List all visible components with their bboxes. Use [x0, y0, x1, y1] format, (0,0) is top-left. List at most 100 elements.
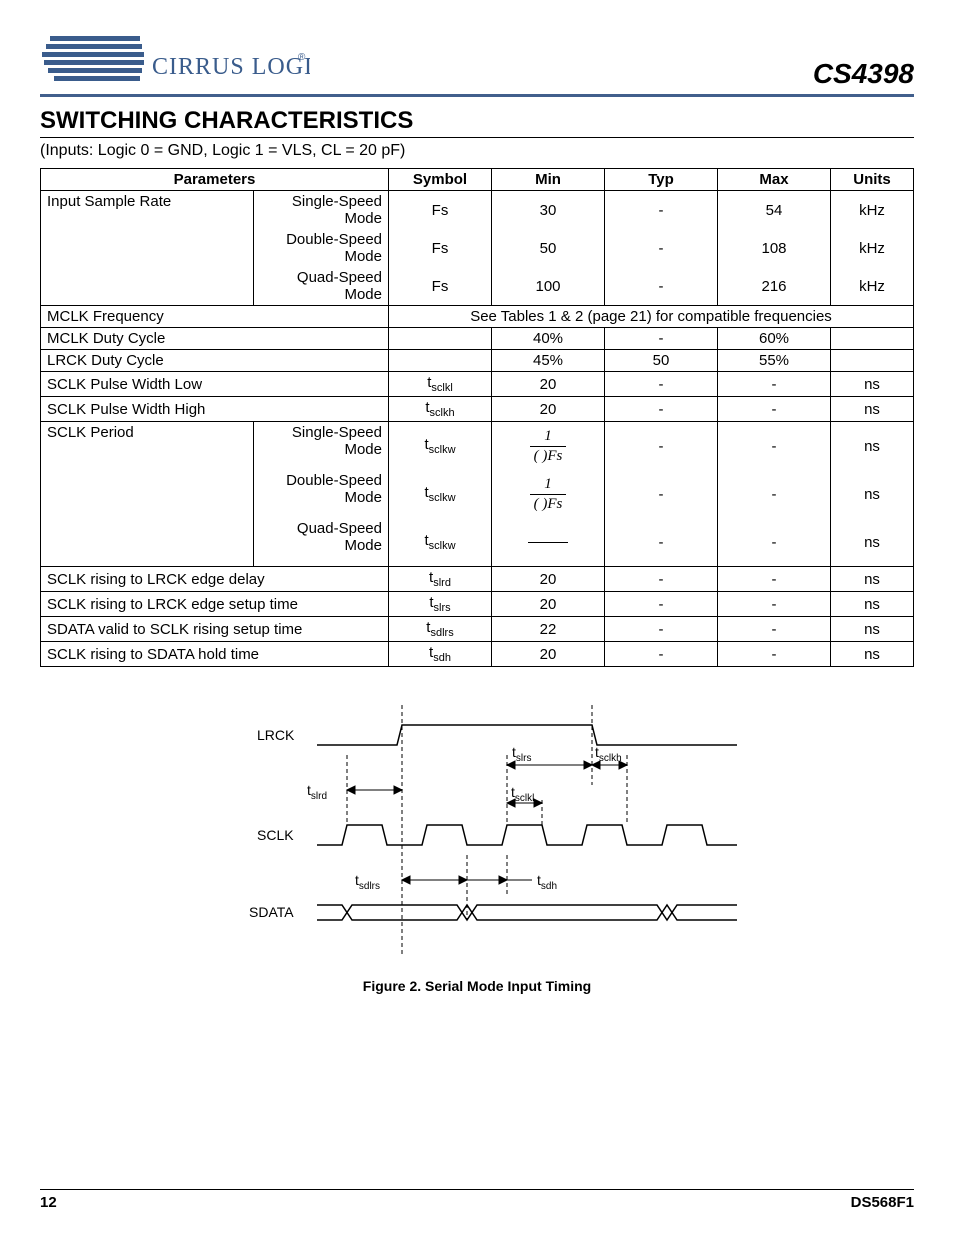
param-label: MCLK Frequency	[41, 306, 389, 328]
table-row: SCLK rising to SDATA hold time tsdh 20 -…	[41, 642, 914, 667]
min-value: 20	[492, 592, 605, 617]
col-symbol: Symbol	[389, 169, 492, 191]
logo-text: CIRRUS LOGIC	[152, 54, 310, 80]
max-value: -	[718, 642, 831, 667]
symbol-value: tsclkh	[389, 397, 492, 422]
param-mode: Single-Speed Mode	[254, 422, 389, 471]
symbol-value: tslrs	[389, 592, 492, 617]
param-mode: Quad-Speed Mode	[254, 518, 389, 567]
min-value: 20	[492, 567, 605, 592]
table-row: LRCK Duty Cycle 45% 50 55%	[41, 350, 914, 372]
typ-value: -	[605, 592, 718, 617]
max-value: -	[718, 470, 831, 518]
timing-diagram: LRCK SCLK SDATA tslrd tslrs tsclkh tsclk…	[197, 695, 757, 994]
param-mode: Double-Speed Mode	[254, 229, 389, 267]
min-value: 20	[492, 642, 605, 667]
units-value: ns	[831, 592, 914, 617]
min-value: 30	[492, 191, 605, 230]
col-typ: Typ	[605, 169, 718, 191]
min-value: 40%	[492, 328, 605, 350]
units-value: ns	[831, 617, 914, 642]
typ-value: -	[605, 397, 718, 422]
table-row: SCLK Pulse Width Low tsclkl 20 - - ns	[41, 372, 914, 397]
param-mode: Single-Speed Mode	[254, 191, 389, 230]
typ-value: -	[605, 642, 718, 667]
table-row: MCLK Frequency See Tables 1 & 2 (page 21…	[41, 306, 914, 328]
param-label: SCLK rising to LRCK edge delay	[41, 567, 389, 592]
max-value: -	[718, 372, 831, 397]
typ-value: 50	[605, 350, 718, 372]
typ-value: -	[605, 422, 718, 471]
table-row: Input Sample Rate Single-Speed Mode Fs 3…	[41, 191, 914, 230]
timing-t-sdlrs: tsdlrs	[355, 872, 380, 892]
param-label: SCLK rising to LRCK edge setup time	[41, 592, 389, 617]
timing-label-sdata: SDATA	[249, 904, 294, 920]
symbol-value: Fs	[389, 229, 492, 267]
symbol-value: tsclkw	[389, 422, 492, 471]
symbol-value: tsclkw	[389, 470, 492, 518]
min-value: 1( )Fs	[492, 470, 605, 518]
min-value: 22	[492, 617, 605, 642]
units-value: ns	[831, 567, 914, 592]
units-value: ns	[831, 372, 914, 397]
max-value: -	[718, 518, 831, 567]
typ-value: -	[605, 567, 718, 592]
max-value: -	[718, 567, 831, 592]
min-value: 45%	[492, 350, 605, 372]
typ-value: -	[605, 372, 718, 397]
symbol-value: tslrd	[389, 567, 492, 592]
units-value: ns	[831, 422, 914, 471]
col-units: Units	[831, 169, 914, 191]
param-label: MCLK Duty Cycle	[41, 328, 389, 350]
section-title: SWITCHING CHARACTERISTICS	[40, 107, 914, 138]
symbol-value: Fs	[389, 267, 492, 306]
symbol-value	[389, 328, 492, 350]
max-value: -	[718, 397, 831, 422]
min-value: 1( )Fs	[492, 422, 605, 471]
timing-t-sclkl: tsclkl	[511, 784, 534, 804]
symbol-value: tsclkw	[389, 518, 492, 567]
mclk-freq-note: See Tables 1 & 2 (page 21) for compatibl…	[389, 306, 914, 328]
param-mode: Quad-Speed Mode	[254, 267, 389, 306]
max-value: 55%	[718, 350, 831, 372]
typ-value: -	[605, 328, 718, 350]
table-row: SCLK Pulse Width High tsclkh 20 - - ns	[41, 397, 914, 422]
param-mode: Double-Speed Mode	[254, 470, 389, 518]
col-min: Min	[492, 169, 605, 191]
max-value: -	[718, 592, 831, 617]
min-value: 100	[492, 267, 605, 306]
units-value: ns	[831, 642, 914, 667]
units-value: ns	[831, 518, 914, 567]
timing-t-sclkh: tsclkh	[595, 744, 622, 764]
min-value: 50	[492, 229, 605, 267]
symbol-value: tsdh	[389, 642, 492, 667]
units-value: ns	[831, 470, 914, 518]
units-value	[831, 328, 914, 350]
typ-value: -	[605, 191, 718, 230]
page-number: 12	[40, 1194, 57, 1211]
timing-t-sdh: tsdh	[537, 872, 557, 892]
switching-characteristics-table: Parameters Symbol Min Typ Max Units Inpu…	[40, 168, 914, 667]
table-row: SCLK Period Single-Speed Mode tsclkw 1( …	[41, 422, 914, 471]
typ-value: -	[605, 518, 718, 567]
part-number: CS4398	[813, 58, 914, 90]
symbol-value: tsdlrs	[389, 617, 492, 642]
timing-t-slrs: tslrs	[512, 744, 531, 764]
table-row: SCLK rising to LRCK edge setup time tslr…	[41, 592, 914, 617]
units-value: kHz	[831, 267, 914, 306]
min-value: 20	[492, 397, 605, 422]
col-parameters: Parameters	[41, 169, 389, 191]
cirrus-logic-logo-svg: CIRRUS LOGIC ®	[40, 30, 310, 90]
max-value: -	[718, 422, 831, 471]
test-conditions: (Inputs: Logic 0 = GND, Logic 1 = VLS, C…	[40, 142, 914, 160]
typ-value: -	[605, 617, 718, 642]
max-value: 216	[718, 267, 831, 306]
timing-label-lrck: LRCK	[257, 727, 295, 743]
timing-t-slrd: tslrd	[307, 782, 327, 802]
table-row: MCLK Duty Cycle 40% - 60%	[41, 328, 914, 350]
min-value: 20	[492, 372, 605, 397]
symbol-value: Fs	[389, 191, 492, 230]
param-label: LRCK Duty Cycle	[41, 350, 389, 372]
logo-registered-mark: ®	[298, 52, 306, 63]
param-label: SCLK Period	[41, 422, 254, 567]
